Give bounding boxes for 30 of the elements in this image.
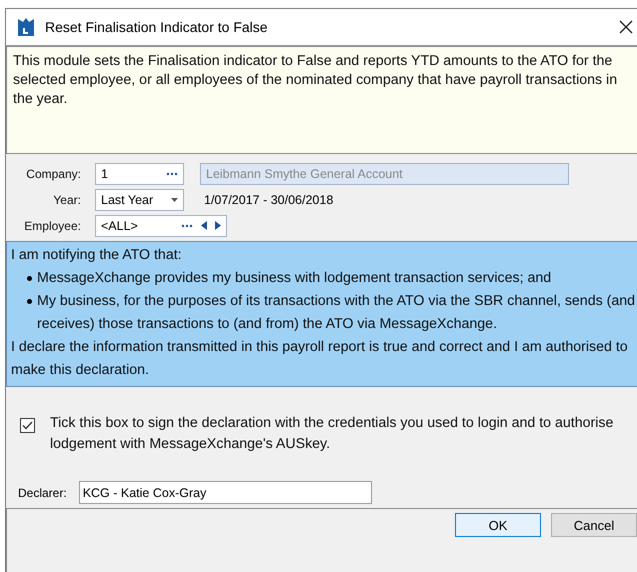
declaration-text: I am notifying the ATO that:	[11, 246, 183, 265]
sign-checkbox[interactable]	[20, 418, 35, 433]
declaration-text: My business, for the purposes of its transactions with the ATO via the SBR channel, sends (and receives) those transactions to (and from) the ATO via MessageXchange.	[37, 292, 636, 334]
ellipsis-icon[interactable]	[181, 224, 193, 228]
field-label: Employee:	[23, 218, 81, 232]
bullet-icon	[27, 276, 32, 281]
right-arrow-icon[interactable]	[215, 221, 221, 230]
year-dropdown[interactable]: Last Year	[95, 188, 184, 210]
bullet-icon	[27, 299, 32, 304]
app-logo-icon	[17, 17, 35, 37]
employee-field[interactable]: <ALL>	[95, 214, 227, 236]
ellipsis-icon[interactable]	[166, 172, 178, 176]
checkmark-icon	[22, 421, 33, 430]
left-arrow-icon[interactable]	[201, 221, 207, 230]
declaration-text: I declare the information transmitted in this payroll report is true and correct and I am authorised to make this declaration.	[11, 338, 629, 380]
declaration-text: MessageXchange provides my business with lodgement transaction services; and	[37, 269, 552, 288]
cancel-button[interactable]: Cancel	[551, 513, 637, 537]
close-icon[interactable]	[619, 20, 633, 34]
declarer-field[interactable]: KCG - Katie Cox-Gray	[78, 481, 372, 504]
field-label: Declarer:	[18, 486, 67, 500]
window-title: Reset Finalisation Indicator to False	[45, 19, 268, 35]
checkbox-label: Tick this box to sign the declaration with the credentials you used to login and to authorise lodgement with MessageXchange's AUSkey.	[50, 414, 614, 454]
date-range: 1/07/2017 - 30/06/2018	[204, 192, 334, 206]
company-name-field: Leibmann Smythe General Account	[200, 162, 569, 184]
info-text: This module sets the Finalisation indicator to False and reports YTD amounts to the ATO for the selected employee, or all employees of the nominated company that have payroll transactions in the year.	[6, 46, 637, 154]
ok-button[interactable]: OK	[455, 513, 541, 537]
dropdown-caret-icon[interactable]	[171, 198, 178, 202]
field-label: Company:	[25, 166, 81, 180]
field-label: Year:	[52, 192, 81, 206]
company-field[interactable]: 1	[95, 162, 184, 184]
